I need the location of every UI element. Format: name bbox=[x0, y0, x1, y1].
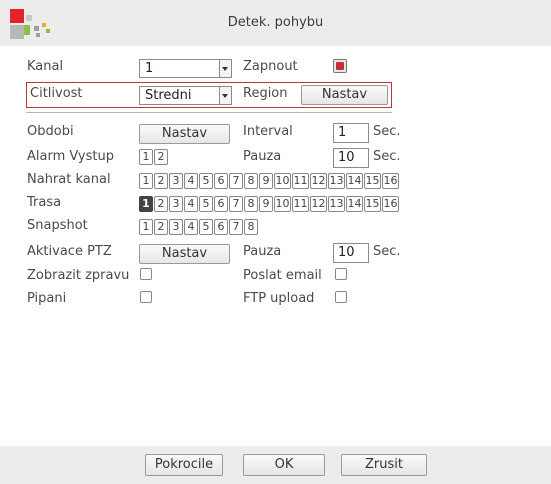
region-nastav-button[interactable]: Nastav bbox=[301, 85, 388, 105]
nahrat-kanal-label: Nahrat kanal bbox=[27, 172, 111, 187]
zobrazit-zpravu-label: Zobrazit zpravu bbox=[27, 268, 130, 283]
trasa-label: Trasa bbox=[27, 195, 62, 210]
zobrazit-zpravu-checkbox[interactable] bbox=[140, 268, 152, 280]
snapshot-channel-toggle[interactable]: 2 bbox=[154, 219, 168, 235]
tour-channel-toggle[interactable]: 16 bbox=[382, 196, 399, 212]
tour-channel-toggle[interactable]: 8 bbox=[244, 196, 258, 212]
tour-channel-toggle[interactable]: 11 bbox=[292, 196, 309, 212]
record-channel-toggle[interactable]: 1 bbox=[139, 173, 153, 189]
citlivost-label: Citlivost bbox=[30, 86, 83, 101]
pauza-label: Pauza bbox=[243, 149, 282, 164]
pipani-checkbox[interactable] bbox=[140, 291, 152, 303]
tour-channel-toggle[interactable]: 6 bbox=[214, 196, 228, 212]
interval-input[interactable]: 1 bbox=[333, 123, 369, 143]
citlivost-select-value: Stredni bbox=[145, 88, 192, 103]
pipani-label: Pipani bbox=[27, 291, 67, 306]
region-label: Region bbox=[243, 86, 288, 101]
poslat-email-label: Poslat email bbox=[243, 268, 322, 283]
interval-label: Interval bbox=[243, 124, 293, 139]
trasa-channel-toggles: 1 2 3 4 5 6 7 8 9 10 11 12 13 14 15 16 bbox=[139, 196, 400, 212]
aktivace-ptz-label: Aktivace PTZ bbox=[27, 244, 112, 259]
snapshot-channel-toggle[interactable]: 1 bbox=[139, 219, 153, 235]
nahrat-channel-toggles: 1 2 3 4 5 6 7 8 9 10 11 12 13 14 15 16 bbox=[139, 173, 400, 189]
alarm-output-toggles: 1 2 bbox=[139, 149, 169, 165]
zapnout-label: Zapnout bbox=[243, 59, 298, 74]
snapshot-channel-toggle[interactable]: 3 bbox=[169, 219, 183, 235]
record-channel-toggle[interactable]: 4 bbox=[184, 173, 198, 189]
citlivost-select[interactable]: Stredni bbox=[139, 86, 232, 105]
record-channel-toggle[interactable]: 8 bbox=[244, 173, 258, 189]
record-channel-toggle[interactable]: 12 bbox=[310, 173, 327, 189]
pauza-unit: Sec. bbox=[373, 149, 401, 164]
pauza2-input[interactable]: 10 bbox=[333, 243, 369, 263]
alarm-output-toggle[interactable]: 1 bbox=[139, 149, 153, 165]
tour-channel-toggle[interactable]: 2 bbox=[154, 196, 168, 212]
record-channel-toggle[interactable]: 13 bbox=[328, 173, 345, 189]
tour-channel-toggle[interactable]: 7 bbox=[229, 196, 243, 212]
tour-channel-toggle[interactable]: 14 bbox=[346, 196, 363, 212]
record-channel-toggle[interactable]: 11 bbox=[292, 173, 309, 189]
record-channel-toggle[interactable]: 3 bbox=[169, 173, 183, 189]
zapnout-checkbox[interactable] bbox=[333, 59, 347, 73]
chevron-down-icon[interactable] bbox=[219, 87, 231, 104]
tour-channel-toggle[interactable]: 3 bbox=[169, 196, 183, 212]
snapshot-channel-toggle[interactable]: 8 bbox=[244, 219, 258, 235]
snapshot-channel-toggles: 1 2 3 4 5 6 7 8 bbox=[139, 219, 259, 235]
tour-channel-toggle[interactable]: 4 bbox=[184, 196, 198, 212]
record-channel-toggle[interactable]: 14 bbox=[346, 173, 363, 189]
section-divider bbox=[26, 112, 392, 113]
record-channel-toggle[interactable]: 7 bbox=[229, 173, 243, 189]
snapshot-channel-toggle[interactable]: 6 bbox=[214, 219, 228, 235]
pauza2-label: Pauza bbox=[243, 244, 282, 259]
pauza-input[interactable]: 10 bbox=[333, 148, 369, 168]
ftp-upload-checkbox[interactable] bbox=[335, 291, 347, 303]
record-channel-toggle[interactable]: 9 bbox=[259, 173, 273, 189]
tour-channel-toggle[interactable]: 5 bbox=[199, 196, 213, 212]
interval-unit: Sec. bbox=[373, 124, 401, 139]
tour-channel-toggle[interactable]: 13 bbox=[328, 196, 345, 212]
record-channel-toggle[interactable]: 6 bbox=[214, 173, 228, 189]
record-channel-toggle[interactable]: 5 bbox=[199, 173, 213, 189]
tour-channel-toggle[interactable]: 12 bbox=[310, 196, 327, 212]
motion-detect-dialog: Detek. pohybu Kanal 1 Zapnout Citlivost … bbox=[0, 0, 551, 484]
snapshot-channel-toggle[interactable]: 7 bbox=[229, 219, 243, 235]
kanal-label: Kanal bbox=[27, 59, 64, 74]
snapshot-channel-toggle[interactable]: 4 bbox=[184, 219, 198, 235]
kanal-select-value: 1 bbox=[145, 61, 154, 76]
ok-button[interactable]: OK bbox=[243, 454, 325, 476]
title-bar: Detek. pohybu bbox=[0, 0, 551, 46]
chevron-down-icon[interactable] bbox=[219, 60, 231, 77]
kanal-select[interactable]: 1 bbox=[139, 59, 232, 78]
advanced-button[interactable]: Pokrocile bbox=[145, 454, 223, 476]
ptz-nastav-button[interactable]: Nastav bbox=[139, 244, 230, 264]
cancel-button[interactable]: Zrusit bbox=[341, 454, 427, 476]
snapshot-label: Snapshot bbox=[27, 218, 88, 233]
record-channel-toggle[interactable]: 2 bbox=[154, 173, 168, 189]
tour-channel-toggle[interactable]: 9 bbox=[259, 196, 273, 212]
poslat-email-checkbox[interactable] bbox=[335, 268, 347, 280]
pauza2-unit: Sec. bbox=[373, 244, 401, 259]
record-channel-toggle[interactable]: 16 bbox=[382, 173, 399, 189]
tour-channel-toggle[interactable]: 1 bbox=[139, 196, 153, 212]
obdobi-nastav-button[interactable]: Nastav bbox=[139, 124, 230, 144]
obdobi-label: Obdobi bbox=[27, 124, 74, 139]
tour-channel-toggle[interactable]: 15 bbox=[364, 196, 381, 212]
tour-channel-toggle[interactable]: 10 bbox=[274, 196, 291, 212]
snapshot-channel-toggle[interactable]: 5 bbox=[199, 219, 213, 235]
dialog-footer: Pokrocile OK Zrusit bbox=[0, 446, 551, 484]
ftp-upload-label: FTP upload bbox=[243, 291, 315, 306]
record-channel-toggle[interactable]: 10 bbox=[274, 173, 291, 189]
alarm-vystup-label: Alarm Vystup bbox=[27, 149, 114, 164]
dialog-title: Detek. pohybu bbox=[227, 15, 324, 30]
record-channel-toggle[interactable]: 15 bbox=[364, 173, 381, 189]
alarm-output-toggle[interactable]: 2 bbox=[154, 149, 168, 165]
